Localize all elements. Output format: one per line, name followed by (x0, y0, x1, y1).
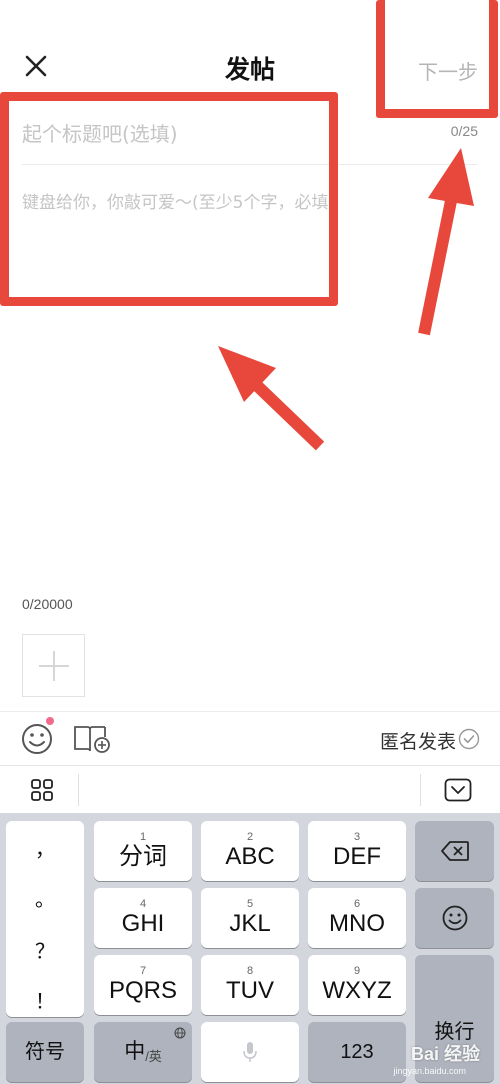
annotation-arrows (218, 148, 474, 451)
